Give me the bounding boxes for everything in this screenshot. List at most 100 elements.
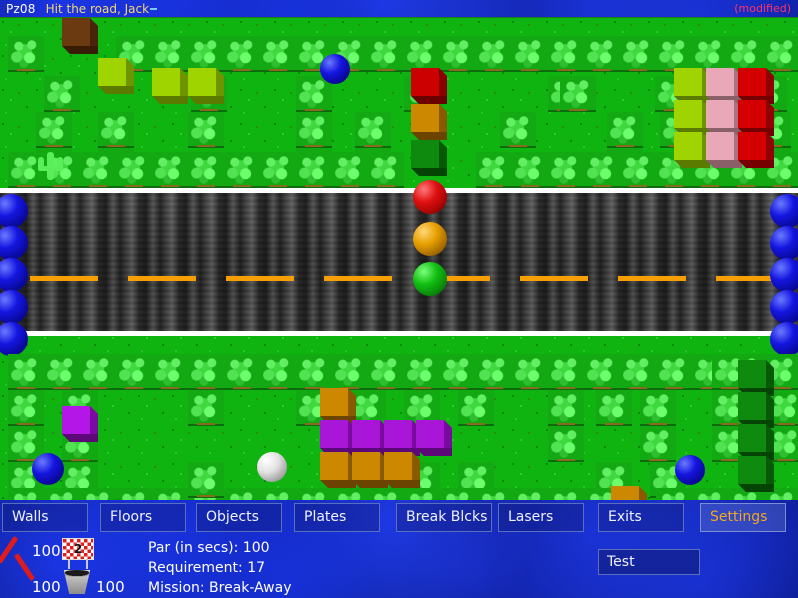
orange-block[interactable] bbox=[352, 452, 388, 488]
yellow-green-block[interactable] bbox=[674, 68, 710, 104]
bush-tile[interactable] bbox=[8, 36, 44, 72]
bush-tile[interactable] bbox=[332, 152, 368, 188]
bush-tile[interactable] bbox=[188, 390, 224, 426]
bush-tile[interactable] bbox=[584, 36, 620, 72]
bush-tile[interactable] bbox=[640, 426, 676, 462]
pink-block[interactable] bbox=[706, 132, 742, 168]
bush-tile[interactable] bbox=[224, 36, 260, 72]
blue-sphere[interactable] bbox=[32, 453, 64, 485]
bush-tile[interactable] bbox=[512, 36, 548, 72]
bush-tile[interactable] bbox=[44, 354, 80, 390]
bush-tile[interactable] bbox=[355, 112, 391, 148]
bush-tile[interactable] bbox=[188, 112, 224, 148]
bush-tile[interactable] bbox=[296, 112, 332, 148]
traffic-light-red-sphere[interactable] bbox=[413, 180, 447, 214]
pink-block[interactable] bbox=[706, 68, 742, 104]
bush-tile[interactable] bbox=[476, 36, 512, 72]
bush-tile[interactable] bbox=[44, 76, 80, 112]
yellow-green-block[interactable] bbox=[674, 100, 710, 136]
yellow-green-block[interactable] bbox=[98, 58, 134, 94]
bush-tile[interactable] bbox=[368, 152, 404, 188]
bush-tile[interactable] bbox=[188, 36, 224, 72]
bush-tile[interactable] bbox=[476, 354, 512, 390]
bush-tile[interactable] bbox=[584, 354, 620, 390]
green-block[interactable] bbox=[411, 140, 447, 176]
bush-tile[interactable] bbox=[116, 152, 152, 188]
blue-sphere[interactable] bbox=[675, 455, 705, 485]
green-block[interactable] bbox=[738, 360, 774, 396]
purple-block[interactable] bbox=[384, 420, 420, 456]
bush-tile[interactable] bbox=[152, 152, 188, 188]
bush-tile[interactable] bbox=[656, 488, 692, 500]
green-block[interactable] bbox=[738, 456, 774, 492]
red-block[interactable] bbox=[411, 68, 447, 104]
bush-tile[interactable] bbox=[692, 488, 728, 500]
bush-tile[interactable] bbox=[332, 354, 368, 390]
bush-tile[interactable] bbox=[440, 36, 476, 72]
tab-objects[interactable]: Objects bbox=[196, 503, 282, 532]
bush-tile[interactable] bbox=[548, 152, 584, 188]
bush-tile[interactable] bbox=[188, 354, 224, 390]
blue-sphere[interactable] bbox=[770, 258, 798, 292]
bush-tile[interactable] bbox=[548, 488, 584, 500]
white-sphere[interactable] bbox=[257, 452, 287, 482]
purple-block[interactable] bbox=[62, 406, 98, 442]
blue-sphere[interactable] bbox=[770, 290, 798, 324]
bush-tile[interactable] bbox=[512, 354, 548, 390]
orange-block[interactable] bbox=[384, 452, 420, 488]
yellow-green-block[interactable] bbox=[188, 68, 224, 104]
bush-tile[interactable] bbox=[548, 390, 584, 426]
bush-tile[interactable] bbox=[500, 112, 536, 148]
tab-plates[interactable]: Plates bbox=[294, 503, 380, 532]
level-canvas[interactable]: Left mouse button = increase, right mous… bbox=[0, 18, 798, 500]
bush-tile[interactable] bbox=[404, 354, 440, 390]
bush-tile[interactable] bbox=[8, 354, 44, 390]
orange-block[interactable] bbox=[411, 104, 447, 140]
bush-tile[interactable] bbox=[692, 36, 728, 72]
bush-tile[interactable] bbox=[548, 354, 584, 390]
tab-break-blcks[interactable]: Break Blcks bbox=[396, 503, 492, 532]
bush-tile[interactable] bbox=[596, 390, 632, 426]
checkered-sign-icon[interactable]: 2 bbox=[62, 538, 94, 560]
green-block[interactable] bbox=[738, 424, 774, 460]
arrow-icon[interactable] bbox=[0, 536, 35, 584]
bush-tile[interactable] bbox=[8, 390, 44, 426]
bush-tile[interactable] bbox=[620, 36, 656, 72]
red-block[interactable] bbox=[738, 132, 774, 168]
orange-block[interactable] bbox=[320, 388, 356, 424]
bush-tile[interactable] bbox=[368, 36, 404, 72]
bush-tile[interactable] bbox=[728, 36, 764, 72]
bush-tile[interactable] bbox=[8, 488, 44, 500]
bush-tile[interactable] bbox=[656, 354, 692, 390]
tab-exits[interactable]: Exits bbox=[598, 503, 684, 532]
tab-walls[interactable]: Walls bbox=[2, 503, 88, 532]
bush-tile[interactable] bbox=[512, 488, 548, 500]
yellow-green-block[interactable] bbox=[674, 132, 710, 168]
bush-tile[interactable] bbox=[98, 112, 134, 148]
bush-tile[interactable] bbox=[620, 152, 656, 188]
bush-tile[interactable] bbox=[560, 76, 596, 112]
green-block[interactable] bbox=[738, 392, 774, 428]
red-block[interactable] bbox=[738, 100, 774, 136]
bush-tile[interactable] bbox=[260, 152, 296, 188]
tab-floors[interactable]: Floors bbox=[100, 503, 186, 532]
road-surface[interactable] bbox=[0, 188, 798, 336]
blue-sphere[interactable] bbox=[770, 226, 798, 260]
level-name-field[interactable]: Hit the road, Jack bbox=[46, 2, 149, 16]
tab-lasers[interactable]: Lasers bbox=[498, 503, 584, 532]
bush-tile[interactable] bbox=[296, 354, 332, 390]
bucket-icon[interactable] bbox=[63, 570, 91, 594]
bush-tile[interactable] bbox=[116, 354, 152, 390]
bush-tile[interactable] bbox=[296, 152, 332, 188]
traffic-light-amber-sphere[interactable] bbox=[413, 222, 447, 256]
bush-tile[interactable] bbox=[188, 152, 224, 188]
blue-sphere[interactable] bbox=[770, 194, 798, 228]
bush-tile[interactable] bbox=[152, 354, 188, 390]
blue-sphere[interactable] bbox=[320, 54, 350, 84]
bush-tile[interactable] bbox=[188, 462, 224, 498]
bush-tile[interactable] bbox=[260, 36, 296, 72]
bush-tile[interactable] bbox=[584, 152, 620, 188]
bush-tile[interactable] bbox=[620, 354, 656, 390]
purple-block[interactable] bbox=[320, 420, 356, 456]
bush-tile[interactable] bbox=[260, 354, 296, 390]
